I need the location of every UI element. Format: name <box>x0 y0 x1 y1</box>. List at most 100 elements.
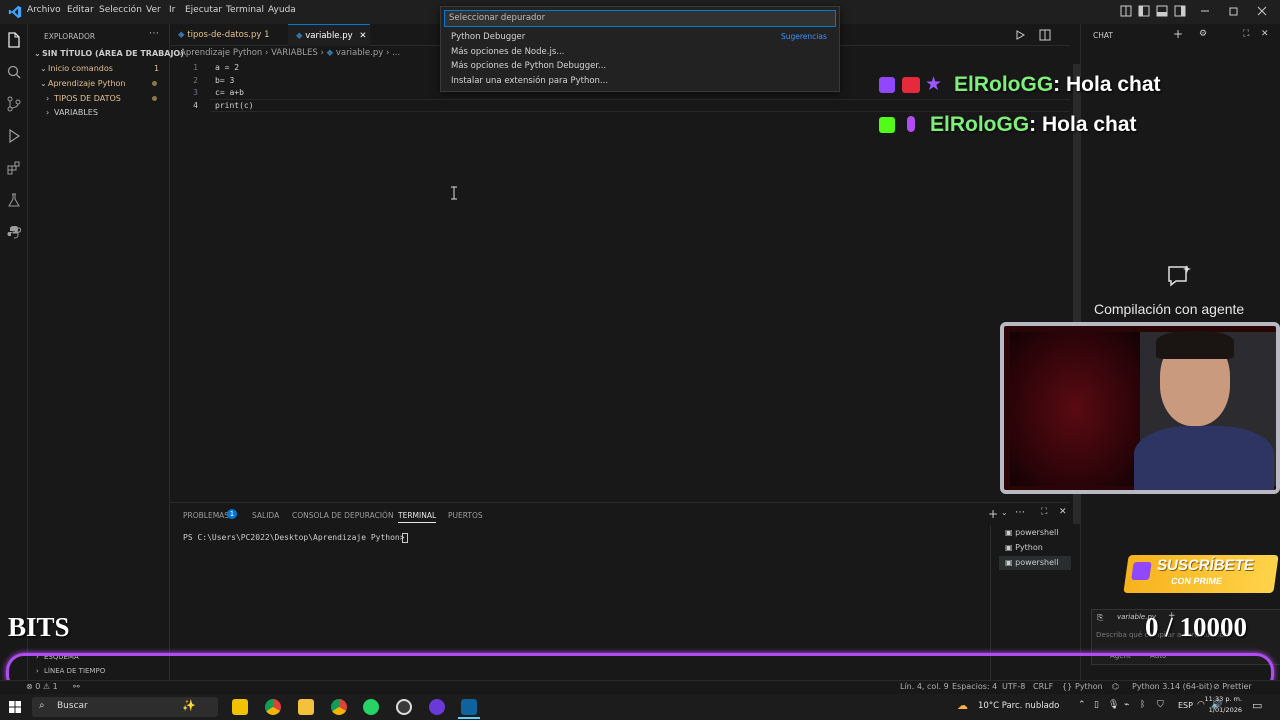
toggle-secondary-sidebar-icon[interactable] <box>1173 4 1187 18</box>
tree-item-aprendizaje-python[interactable]: ⌄Aprendizaje Python <box>40 79 125 88</box>
restore-icon[interactable] <box>1226 4 1240 18</box>
terminal-cursor <box>402 533 408 543</box>
terminal-item-python[interactable]: ▣ Python <box>1005 543 1043 552</box>
obs-icon[interactable] <box>396 699 412 715</box>
chevron-down-icon[interactable]: ⌄ <box>1001 508 1008 517</box>
chat-settings-icon[interactable]: ⚙ <box>1199 29 1207 39</box>
search-highlight-icon: ✨ <box>182 699 196 712</box>
breadcrumb-item[interactable]: VARIABLES <box>271 48 318 58</box>
chrome-profile-icon[interactable] <box>331 699 347 715</box>
file-explorer-icon[interactable] <box>298 699 314 715</box>
breadcrumb-item[interactable]: Aprendizaje Python <box>180 48 262 58</box>
menu-editar[interactable]: Editar <box>67 5 94 15</box>
minimize-icon[interactable] <box>1198 4 1212 18</box>
search-icon[interactable] <box>6 64 22 80</box>
microphone-icon[interactable]: 🎙 <box>1108 700 1119 710</box>
tray-app-icon[interactable]: ▯ <box>1094 700 1099 710</box>
prettier-status[interactable]: ⊘ Prettier <box>1213 682 1252 691</box>
quickpick-item-python-debugger[interactable]: Python Debugger <box>451 32 525 42</box>
source-control-icon[interactable] <box>6 96 22 112</box>
tab-terminal[interactable]: TERMINAL <box>398 511 437 523</box>
run-file-icon[interactable] <box>1014 29 1026 41</box>
quickpick-item-install-ext[interactable]: Instalar una extensión para Python... <box>451 76 608 86</box>
clock-time[interactable]: 11:33 p. m. <box>1200 695 1242 703</box>
split-editor-icon[interactable] <box>1039 29 1051 41</box>
tray-network-icon[interactable]: ⌁ <box>1124 700 1129 710</box>
terminal-item-powershell[interactable]: ▣ powershell <box>1005 528 1058 537</box>
toggle-panel-icon[interactable] <box>1155 4 1169 18</box>
notifications-icon[interactable]: ▭ <box>1252 699 1262 712</box>
menu-ejecutar[interactable]: Ejecutar <box>185 5 222 15</box>
close-panel-icon[interactable]: ✕ <box>1059 507 1067 517</box>
ports-icon[interactable]: ⚯ <box>73 682 80 691</box>
testing-icon[interactable] <box>6 192 22 208</box>
clock-date[interactable]: 1/01/2026 <box>1200 706 1242 714</box>
menu-seleccion[interactable]: Selección <box>99 5 142 15</box>
maximize-panel-icon[interactable]: ⛶ <box>1041 507 1047 517</box>
breadcrumb-item[interactable]: ... <box>392 48 400 58</box>
close-window-icon[interactable] <box>1255 4 1269 18</box>
tray-security-icon[interactable]: ⛉ <box>1157 700 1164 710</box>
code-line[interactable]: c= a+b <box>215 88 244 97</box>
workspace-header[interactable]: ⌄SIN TÍTULO (ÁREA DE TRABAJO) <box>34 49 184 58</box>
code-line[interactable]: b= 3 <box>215 76 234 85</box>
python-icon[interactable] <box>6 224 22 240</box>
language-mode[interactable]: Python <box>1075 682 1103 691</box>
tree-item-inicio-comandos[interactable]: ⌄Inicio comandos <box>40 64 113 73</box>
maximize-chat-icon[interactable]: ⛶ <box>1243 29 1249 39</box>
run-debug-icon[interactable] <box>6 128 22 144</box>
terminal-icon: ▣ <box>1005 543 1013 552</box>
terminal-prompt[interactable]: PS C:\Users\PC2022\Desktop\Aprendizaje P… <box>183 533 405 542</box>
language-indicator[interactable]: ESP <box>1178 701 1193 710</box>
close-chat-icon[interactable]: ✕ <box>1261 29 1269 39</box>
quickpick-item-python-more[interactable]: Más opciones de Python Debugger... <box>451 61 606 71</box>
twitch-icon <box>879 77 895 93</box>
chrome-icon[interactable] <box>265 699 281 715</box>
menu-archivo[interactable]: Archivo <box>27 5 61 15</box>
tab-puertos[interactable]: PUERTOS <box>448 511 483 520</box>
toggle-sidebar-icon[interactable] <box>1137 4 1151 18</box>
new-terminal-icon[interactable]: + <box>988 507 998 521</box>
webcam-frame <box>1000 322 1280 494</box>
tab-tipos-de-datos[interactable]: ◆ tipos-de-datos.py 1 <box>170 24 288 46</box>
close-tab-icon[interactable]: ✕ <box>359 31 366 41</box>
menu-ir[interactable]: Ir <box>169 5 175 15</box>
breadcrumb-item[interactable]: variable.py <box>336 48 383 58</box>
attach-icon[interactable]: ⎘ <box>1097 613 1103 623</box>
tree-item-tipos-de-datos[interactable]: › TIPOS DE DATOS <box>46 94 121 103</box>
menu-ver[interactable]: Ver <box>146 5 161 15</box>
terminal-label: powershell <box>1015 558 1059 567</box>
indentation[interactable]: Espacios: 4 <box>952 682 997 691</box>
cursor-position[interactable]: Lín. 4, col. 9 <box>900 682 949 691</box>
terminal-item-powershell-active[interactable]: ▣ powershell <box>999 556 1071 570</box>
vscode-taskbar-icon[interactable] <box>461 699 477 715</box>
tray-chevron-icon[interactable]: ⌃ <box>1078 700 1086 710</box>
streaming-app-icon[interactable] <box>429 699 445 715</box>
tab-problemas[interactable]: PROBLEMAS <box>183 511 229 520</box>
whatsapp-icon[interactable] <box>363 699 379 715</box>
taskbar-search-box[interactable]: ⌕ Buscar ✨ <box>32 697 218 717</box>
extensions-icon[interactable] <box>6 160 22 176</box>
encoding[interactable]: UTF-8 <box>1002 682 1025 691</box>
tab-variable[interactable]: ◆ variable.py ✕ <box>288 24 370 46</box>
explorer-more-icon[interactable]: ⋯ <box>149 28 159 39</box>
end-of-line[interactable]: CRLF <box>1033 682 1053 691</box>
tab-consola-depuracion[interactable]: CONSOLA DE DEPURACIÓN <box>292 511 394 520</box>
weather-text[interactable]: 10°C Parc. nublado <box>978 701 1059 711</box>
tree-item-variables[interactable]: › VARIABLES <box>46 108 98 117</box>
windows-start-icon[interactable] <box>9 701 21 713</box>
debugger-search-input[interactable]: Seleccionar depurador <box>444 10 836 27</box>
sticky-notes-icon[interactable] <box>232 699 248 715</box>
new-chat-icon[interactable]: + <box>1173 27 1183 41</box>
errors-indicator[interactable]: ⊗ 0 ⚠ 1 <box>26 682 58 691</box>
code-line[interactable]: a = 2 <box>215 63 239 72</box>
menu-ayuda[interactable]: Ayuda <box>268 5 296 15</box>
explorer-icon[interactable] <box>6 32 22 48</box>
tab-salida[interactable]: SALIDA <box>252 511 279 520</box>
tray-bluetooth-icon[interactable]: ᛒ <box>1140 700 1145 710</box>
customize-layout-icon[interactable] <box>1119 4 1133 18</box>
quickpick-item-node[interactable]: Más opciones de Node.js... <box>451 47 564 57</box>
python-interpreter[interactable]: Python 3.14 (64-bit) <box>1132 682 1212 691</box>
terminal-more-icon[interactable]: ⋯ <box>1015 507 1025 518</box>
menu-terminal[interactable]: Terminal <box>226 5 264 15</box>
